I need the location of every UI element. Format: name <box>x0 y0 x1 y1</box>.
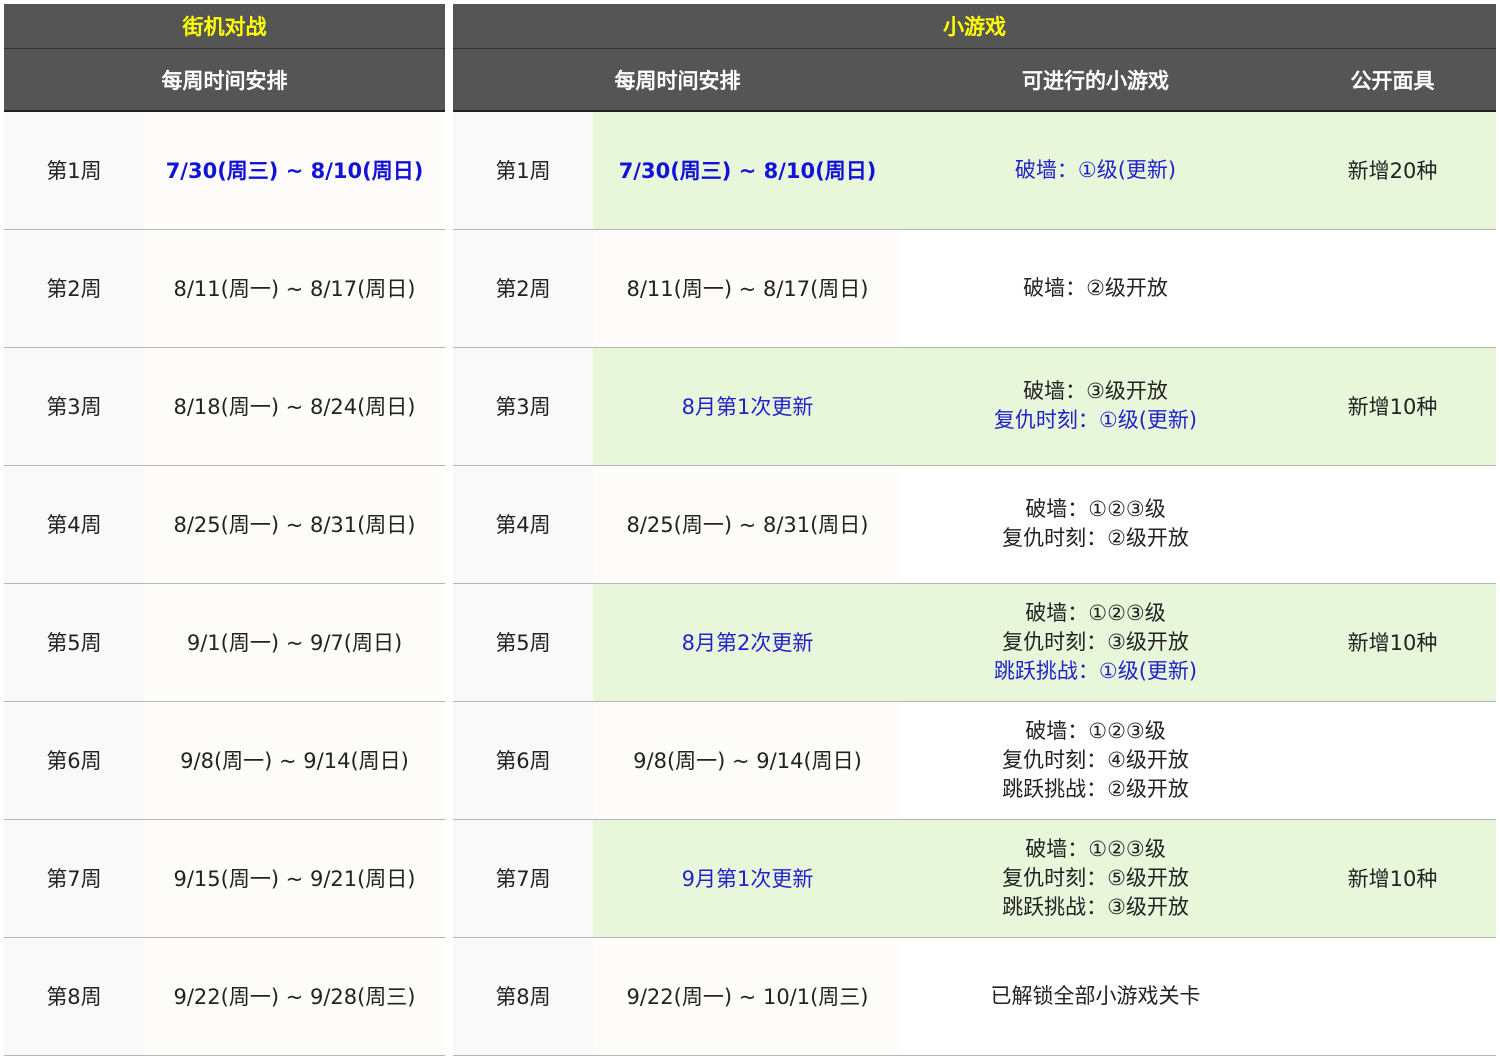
week-cell: 第8周 <box>4 937 144 1056</box>
table-row: 第6周 9/8(周一) ~ 9/14(周日) <box>4 701 445 820</box>
games-cell: 破墙：①②③级 复仇时刻：②级开放 <box>902 465 1289 584</box>
game-line: 跳跃挑战：③级开放 <box>1002 894 1189 919</box>
masks-cell <box>1289 937 1496 1056</box>
game-line: 复仇时刻：②级开放 <box>1002 526 1189 550</box>
available-games-header: 可进行的小游戏 <box>902 48 1289 112</box>
minigame-schedule-table: 小游戏 每周时间安排 可进行的小游戏 公开面具 第1周 7/30(周三) ~ 8… <box>453 4 1496 1056</box>
masks-cell <box>1289 229 1496 348</box>
minigame-title: 小游戏 <box>453 4 1496 49</box>
game-line: 破墙：①级(更新) <box>1014 157 1177 182</box>
game-line: 复仇时刻：③级开放 <box>1002 629 1189 654</box>
date-range-cell: 8/25(周一) ~ 8/31(周日) <box>593 465 902 584</box>
arcade-title: 街机对战 <box>4 4 445 49</box>
week-cell: 第7周 <box>453 819 593 938</box>
table-row: 第5周 9/1(周一) ~ 9/7(周日) <box>4 583 445 702</box>
public-masks-header: 公开面具 <box>1289 48 1496 112</box>
masks-cell: 新增10种 <box>1289 583 1496 702</box>
game-line: 破墙：①②③级 <box>1025 600 1166 625</box>
date-range-cell: 7/30(周三) ~ 8/10(周日) <box>593 111 902 230</box>
week-cell: 第1周 <box>453 111 593 230</box>
week-cell: 第1周 <box>4 111 144 230</box>
week-cell: 第4周 <box>453 465 593 584</box>
date-range-cell: 9/15(周一) ~ 9/21(周日) <box>144 819 445 938</box>
week-cell: 第3周 <box>453 347 593 466</box>
game-line: 已解锁全部小游戏关卡 <box>990 983 1201 1008</box>
date-range-cell: 8/11(周一) ~ 8/17(周日) <box>593 229 902 348</box>
game-line: 破墙：③级开放 <box>1023 379 1168 403</box>
date-range-cell: 8/25(周一) ~ 8/31(周日) <box>144 465 445 584</box>
table-row: 第1周 7/30(周三) ~ 8/10(周日) <box>4 111 445 230</box>
table-row: 第6周 9/8(周一) ~ 9/14(周日) 破墙：①②③级 复仇时刻：④级开放… <box>453 701 1496 820</box>
masks-cell: 新增10种 <box>1289 347 1496 466</box>
update-label-cell: 8月第2次更新 <box>593 583 902 702</box>
date-range-cell: 9/8(周一) ~ 9/14(周日) <box>593 701 902 820</box>
game-line: 破墙：①②③级 <box>1025 718 1166 743</box>
arcade-schedule-header: 每周时间安排 <box>4 48 445 112</box>
game-line: 跳跃挑战：②级开放 <box>1002 776 1189 801</box>
games-cell: 破墙：①②③级 复仇时刻：⑤级开放 跳跃挑战：③级开放 <box>902 819 1289 938</box>
date-range-cell: 9/8(周一) ~ 9/14(周日) <box>144 701 445 820</box>
week-cell: 第7周 <box>4 819 144 938</box>
week-cell: 第4周 <box>4 465 144 584</box>
table-row: 第5周 8月第2次更新 破墙：①②③级 复仇时刻：③级开放 跳跃挑战：①级(更新… <box>453 583 1496 702</box>
masks-cell: 新增20种 <box>1289 111 1496 230</box>
week-cell: 第5周 <box>4 583 144 702</box>
game-line: 破墙：②级开放 <box>1023 275 1168 300</box>
week-cell: 第2周 <box>4 229 144 348</box>
week-cell: 第5周 <box>453 583 593 702</box>
week-cell: 第6周 <box>4 701 144 820</box>
table-row: 第2周 8/11(周一) ~ 8/17(周日) 破墙：②级开放 <box>453 229 1496 348</box>
game-line: 破墙：①②③级 <box>1025 836 1166 861</box>
date-range-cell: 8/18(周一) ~ 8/24(周日) <box>144 347 445 466</box>
game-line: 复仇时刻：④级开放 <box>1002 747 1189 772</box>
game-line: 复仇时刻：①级(更新) <box>993 408 1198 432</box>
table-row: 第4周 8/25(周一) ~ 8/31(周日) <box>4 465 445 584</box>
update-label-cell: 9月第1次更新 <box>593 819 902 938</box>
masks-cell: 新增10种 <box>1289 819 1496 938</box>
table-row: 第7周 9/15(周一) ~ 9/21(周日) <box>4 819 445 938</box>
week-cell: 第8周 <box>453 937 593 1056</box>
table-row: 第8周 9/22(周一) ~ 10/1(周三) 已解锁全部小游戏关卡 <box>453 937 1496 1056</box>
table-row: 第4周 8/25(周一) ~ 8/31(周日) 破墙：①②③级 复仇时刻：②级开… <box>453 465 1496 584</box>
table-row: 第2周 8/11(周一) ~ 8/17(周日) <box>4 229 445 348</box>
masks-cell <box>1289 465 1496 584</box>
date-range-cell: 9/1(周一) ~ 9/7(周日) <box>144 583 445 702</box>
games-cell: 破墙：③级开放 复仇时刻：①级(更新) <box>902 347 1289 466</box>
week-cell: 第6周 <box>453 701 593 820</box>
table-row: 第3周 8月第1次更新 破墙：③级开放 复仇时刻：①级(更新) 新增10种 <box>453 347 1496 466</box>
arcade-schedule-table: 街机对战 每周时间安排 第1周 7/30(周三) ~ 8/10(周日) 第2周 … <box>4 4 445 1056</box>
games-cell: 破墙：①②③级 复仇时刻：③级开放 跳跃挑战：①级(更新) <box>902 583 1289 702</box>
game-line: 复仇时刻：⑤级开放 <box>1002 865 1189 890</box>
game-line: 跳跃挑战：①级(更新) <box>993 658 1198 683</box>
games-cell: 破墙：②级开放 <box>902 229 1289 348</box>
date-range-cell: 9/22(周一) ~ 10/1(周三) <box>593 937 902 1056</box>
date-range-cell: 9/22(周一) ~ 9/28(周三) <box>144 937 445 1056</box>
week-cell: 第3周 <box>4 347 144 466</box>
games-cell: 破墙：①级(更新) <box>902 111 1289 230</box>
game-line: 破墙：①②③级 <box>1025 497 1166 521</box>
table-row: 第7周 9月第1次更新 破墙：①②③级 复仇时刻：⑤级开放 跳跃挑战：③级开放 … <box>453 819 1496 938</box>
table-row: 第3周 8/18(周一) ~ 8/24(周日) <box>4 347 445 466</box>
table-row: 第1周 7/30(周三) ~ 8/10(周日) 破墙：①级(更新) 新增20种 <box>453 111 1496 230</box>
week-cell: 第2周 <box>453 229 593 348</box>
games-cell: 破墙：①②③级 复仇时刻：④级开放 跳跃挑战：②级开放 <box>902 701 1289 820</box>
minigame-schedule-header: 每周时间安排 <box>453 48 902 112</box>
update-label-cell: 8月第1次更新 <box>593 347 902 466</box>
date-range-cell: 8/11(周一) ~ 8/17(周日) <box>144 229 445 348</box>
date-range-cell: 7/30(周三) ~ 8/10(周日) <box>144 111 445 230</box>
games-cell: 已解锁全部小游戏关卡 <box>902 937 1289 1056</box>
masks-cell <box>1289 701 1496 820</box>
table-row: 第8周 9/22(周一) ~ 9/28(周三) <box>4 937 445 1056</box>
